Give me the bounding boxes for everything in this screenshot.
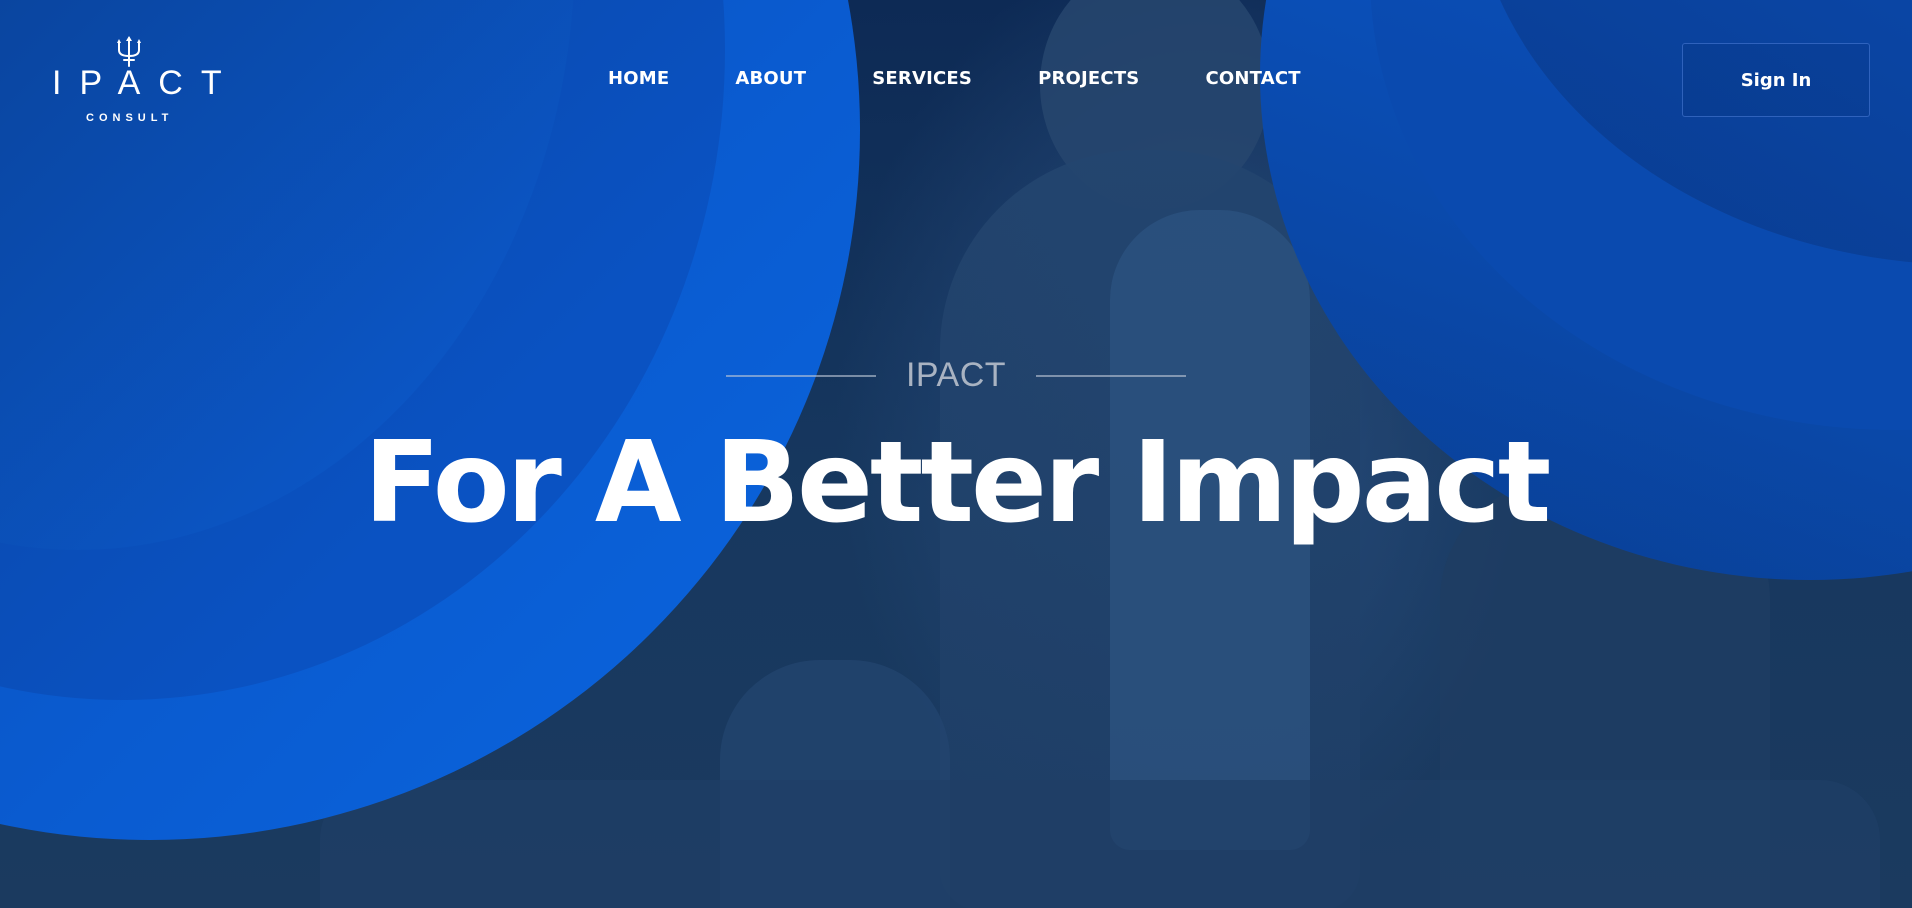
- hero-eyebrow: IPACT: [0, 356, 1912, 395]
- logo-tagline: CONSULT: [86, 112, 174, 124]
- hero-section: IPACT CONSULT HOME ABOUT SERVICES PROJEC…: [0, 0, 1912, 908]
- nav-item-projects[interactable]: PROJECTS: [1038, 68, 1139, 89]
- logo[interactable]: IPACT CONSULT: [52, 36, 222, 128]
- nav-item-about[interactable]: ABOUT: [735, 68, 806, 89]
- eyebrow-divider-right: [1036, 374, 1187, 377]
- background-photo-desk: [320, 780, 1880, 908]
- nav-item-home[interactable]: HOME: [608, 68, 669, 89]
- hero-headline: For A Better Impact: [363, 418, 1551, 548]
- eyebrow-divider-left: [725, 374, 876, 377]
- sign-in-button[interactable]: Sign In: [1682, 43, 1870, 117]
- main-navigation: HOME ABOUT SERVICES PROJECTS CONTACT: [608, 68, 1301, 89]
- nav-item-services[interactable]: SERVICES: [872, 68, 972, 89]
- hero-eyebrow-text: IPACT: [905, 356, 1007, 394]
- nav-item-contact[interactable]: CONTACT: [1205, 68, 1300, 89]
- logo-wordmark: IPACT: [52, 64, 240, 102]
